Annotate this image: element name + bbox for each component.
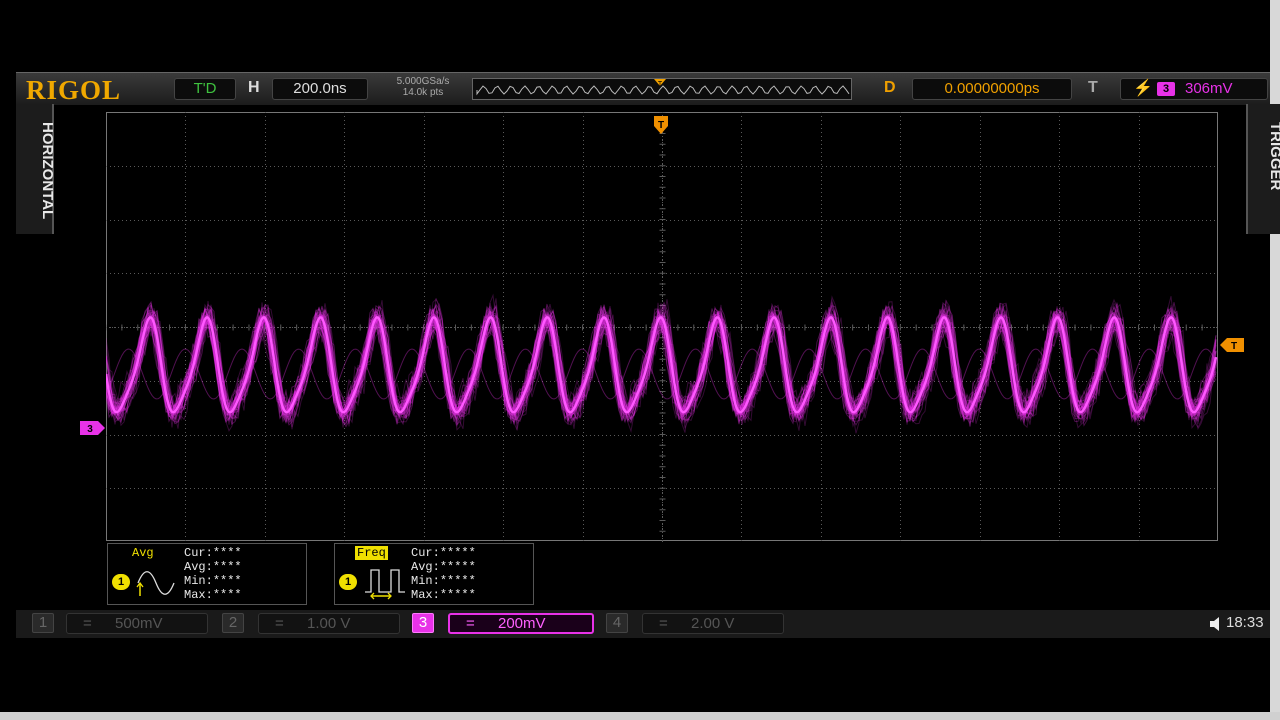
memory-overview: T [472, 78, 852, 100]
channel-3-settings[interactable]: = 200mV [448, 613, 594, 634]
channel-3-scale: 200mV [498, 615, 546, 632]
rising-edge-icon: ⚡ [1133, 80, 1153, 97]
trigger-menu-tab[interactable]: TRIGGER [1246, 104, 1280, 234]
channel-4-button[interactable]: 4 [606, 613, 628, 633]
channel-2-scale: 1.00 V [307, 615, 351, 632]
measurement-row: Max:***** [411, 588, 476, 602]
horizontal-label: H [248, 79, 260, 96]
channel-2-button[interactable]: 2 [222, 613, 244, 633]
trigger-level-marker-icon[interactable]: T [1220, 338, 1246, 352]
measurement-title: Avg [132, 546, 154, 560]
channel-3-button[interactable]: 3 [412, 613, 434, 633]
measurement-row: Avg:**** [184, 560, 242, 574]
rigol-logo: RIGOL [26, 75, 122, 105]
window-edge-bottom [0, 712, 1280, 720]
horizontal-menu-tab[interactable]: HORIZONTAL [16, 104, 56, 234]
timebase-value[interactable]: 200.0ns [272, 78, 368, 100]
run-status[interactable]: T'D [174, 78, 236, 100]
acquisition-info: 5.000GSa/s 14.0k pts [376, 76, 470, 98]
coupling-dc-icon: = [466, 615, 475, 632]
system-clock: 18:33 [1226, 614, 1264, 631]
speaker-icon[interactable] [1208, 614, 1228, 634]
measurement-row: Avg:***** [411, 560, 476, 574]
coupling-dc-icon: = [83, 615, 92, 632]
measurement-panel-freq[interactable]: Freq 1 Cur:***** Avg:***** Min:***** Max… [334, 543, 534, 605]
channel-3-offset-marker-icon[interactable]: 3 [80, 421, 106, 435]
svg-text:T: T [658, 120, 664, 131]
svg-text:3: 3 [87, 424, 93, 435]
oscilloscope-screen: RIGOL T'D H 200.0ns 5.000GSa/s 14.0k pts… [0, 0, 1280, 720]
channel-1-settings[interactable]: = 500mV [66, 613, 208, 634]
measurement-row: Min:**** [184, 574, 242, 588]
coupling-dc-icon: = [659, 615, 668, 632]
trigger-info[interactable]: ⚡ 3 306mV [1120, 78, 1268, 100]
sine-wave-icon [136, 571, 175, 596]
memory-waveform-preview: T [476, 79, 850, 96]
trigger-tab-label: TRIGGER [1267, 122, 1280, 191]
channel-1-scale: 500mV [115, 615, 163, 632]
trigger-position-marker-icon[interactable]: T [654, 116, 668, 134]
channel-2-settings[interactable]: = 1.00 V [258, 613, 400, 634]
sample-rate: 5.000GSa/s [396, 76, 450, 87]
trigger-source-badge: 3 [1157, 82, 1175, 96]
channel-4-scale: 2.00 V [691, 615, 735, 632]
measurement-title: Freq [355, 546, 388, 560]
measurement-channel-badge: 1 [112, 574, 130, 590]
delay-value[interactable]: 0.00000000ps [912, 78, 1072, 100]
measurement-row: Cur:**** [184, 546, 242, 560]
measurement-row: Min:***** [411, 574, 476, 588]
channel-4-settings[interactable]: = 2.00 V [642, 613, 784, 634]
svg-text:T: T [658, 81, 663, 88]
svg-text:T: T [1231, 341, 1237, 352]
coupling-dc-icon: = [275, 615, 284, 632]
delay-label: D [884, 79, 896, 96]
measurement-channel-badge: 1 [339, 574, 357, 590]
channel-status-bar: 1 = 500mV 2 = 1.00 V 3 = 200mV 4 = 2.00 … [16, 610, 1270, 638]
memory-depth: 14.0k pts [402, 87, 444, 98]
pulse-wave-icon [365, 569, 405, 600]
horizontal-tab-label: HORIZONTAL [39, 122, 56, 220]
measurement-row: Cur:***** [411, 546, 476, 560]
channel-1-button[interactable]: 1 [32, 613, 54, 633]
waveform-display[interactable]: T [106, 112, 1218, 542]
trigger-level-value: 306mV [1185, 80, 1233, 97]
trigger-label: T [1088, 79, 1098, 96]
measurement-row: Max:**** [184, 588, 242, 602]
top-status-bar: RIGOL T'D H 200.0ns 5.000GSa/s 14.0k pts… [16, 72, 1270, 105]
measurement-panel-avg[interactable]: Avg 1 Cur:**** Avg:**** Min:**** Max:***… [107, 543, 307, 605]
